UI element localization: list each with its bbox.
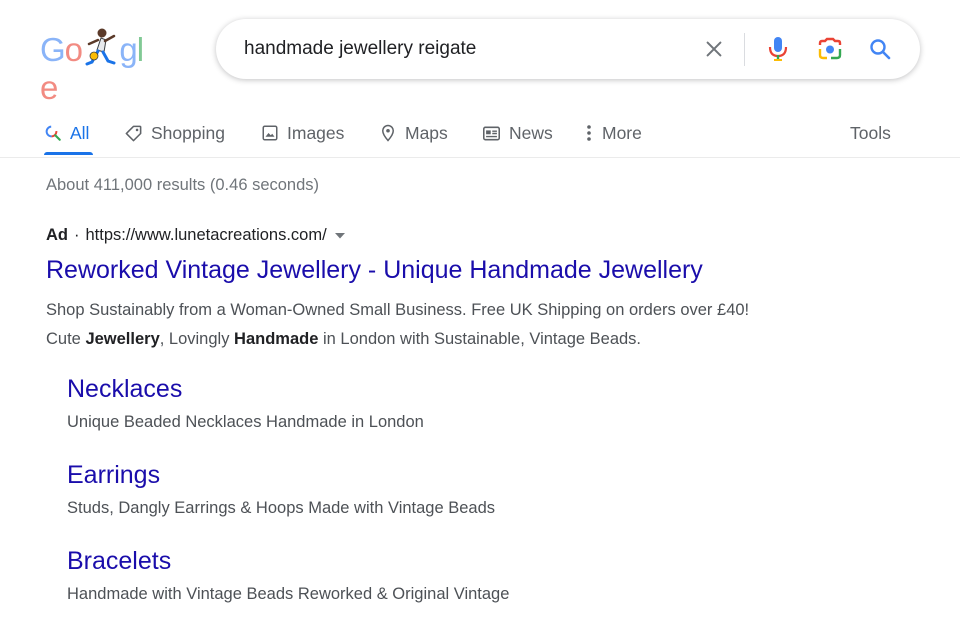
tab-tools[interactable]: Tools <box>850 110 891 156</box>
tab-shopping[interactable]: Shopping <box>124 110 225 156</box>
search-input[interactable] <box>244 37 684 61</box>
search-divider <box>744 33 745 66</box>
sitelink-description: Unique Beaded Necklaces Handmade in Lond… <box>67 413 424 431</box>
sitelink-necklaces[interactable]: Necklaces <box>67 375 182 404</box>
sitelink-bracelets[interactable]: Bracelets <box>67 547 171 576</box>
doodle-runner-icon <box>85 28 116 66</box>
tab-label: Shopping <box>151 122 225 143</box>
tab-label: Maps <box>405 122 448 143</box>
clear-search-button[interactable] <box>698 33 730 65</box>
ad-title-link[interactable]: Reworked Vintage Jewellery - Unique Hand… <box>46 256 703 285</box>
tabs-divider <box>0 157 960 158</box>
caret-down-icon[interactable] <box>334 232 345 239</box>
sitelink-earrings[interactable]: Earrings <box>67 461 160 490</box>
tab-maps[interactable]: Maps <box>379 110 448 156</box>
search-icon <box>45 125 61 141</box>
ad-display-url[interactable]: https://www.lunetacreations.com/ <box>86 226 327 245</box>
tab-label: Images <box>287 122 345 143</box>
microphone-icon <box>768 37 788 61</box>
sitelink-description: Handmade with Vintage Beads Reworked & O… <box>67 585 510 603</box>
tab-more[interactable]: More <box>586 110 642 156</box>
map-pin-icon <box>381 124 395 142</box>
ad-badge: Ad <box>46 226 68 244</box>
tab-label: All <box>70 122 90 143</box>
ad-url-line: Ad · https://www.lunetacreations.com/ <box>46 226 345 245</box>
logo-letter: e <box>40 69 58 106</box>
tab-news[interactable]: News <box>482 110 553 156</box>
ad-separator: · <box>74 226 80 244</box>
tab-label: More <box>602 122 642 143</box>
ad-description-line: Shop Sustainably from a Woman-Owned Smal… <box>46 301 750 319</box>
search-tabs: All Shopping Images Maps News More Tools <box>44 110 924 158</box>
tab-all[interactable]: All <box>44 110 93 156</box>
logo-letter: G <box>40 31 66 68</box>
active-tab-indicator <box>44 152 93 155</box>
search-by-image-button[interactable] <box>814 33 846 65</box>
logo-letter: o <box>64 31 83 68</box>
highlight-term: Jewellery <box>85 330 160 348</box>
google-search-button[interactable] <box>864 33 896 65</box>
close-icon <box>706 41 722 57</box>
search-icon <box>870 39 891 60</box>
ad-description-line: Cute Jewellery, Lovingly Handmade in Lon… <box>46 330 642 348</box>
more-vert-icon <box>587 125 591 141</box>
google-doodle-logo[interactable]: Google <box>40 26 155 106</box>
search-bar <box>216 19 920 79</box>
highlight-term: Handmade <box>234 330 319 348</box>
image-icon <box>262 125 278 141</box>
lens-camera-icon <box>818 37 842 60</box>
sitelink-description: Studs, Dangly Earrings & Hoops Made with… <box>67 499 496 517</box>
tab-label: News <box>509 122 553 143</box>
newspaper-icon <box>483 126 500 140</box>
tab-images[interactable]: Images <box>261 110 344 156</box>
logo-letter: g <box>119 31 137 68</box>
result-stats: About 411,000 results (0.46 seconds) <box>46 176 320 194</box>
voice-search-button[interactable] <box>762 33 794 65</box>
tag-icon <box>125 125 142 141</box>
ad-description: Shop Sustainably from a Woman-Owned Smal… <box>46 296 749 354</box>
logo-letter: l <box>136 31 144 68</box>
tab-label: Tools <box>850 122 891 143</box>
